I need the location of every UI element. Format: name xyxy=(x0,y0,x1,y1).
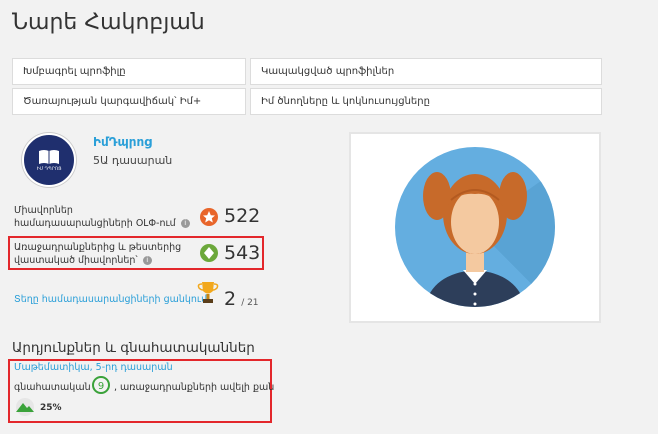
parents-teachers-button[interactable]: Իմ ծնողները և կոկնուսույցները xyxy=(250,88,602,115)
rank-value: 2 xyxy=(224,288,237,310)
rank-display: 2 / 21 xyxy=(224,288,259,310)
olympiad-points-text: Միավորներ համադասարանցիների ՕԼՓ-ում xyxy=(14,205,176,229)
student-avatar-image xyxy=(395,147,555,307)
school-grade: 5Ա դասարան xyxy=(93,154,173,167)
service-status-label: Ծառայության կարգավիճակ՝ Իմ+ xyxy=(23,96,202,107)
book-icon xyxy=(39,149,59,164)
linked-profiles-label: Կապակցված պրոֆիլներ xyxy=(261,66,395,77)
green-diamond-medal-icon xyxy=(200,244,218,262)
tasks-points-label-line1: Առաջադրանքներից և թեստերից xyxy=(14,242,182,253)
achievements-section-title: Արդյունքներ և գնահատականներ xyxy=(12,340,255,356)
info-icon[interactable]: i xyxy=(180,219,190,228)
school-name-link[interactable]: ԻմԴպրոց xyxy=(93,135,152,149)
tasks-points-label: Առաջադրանքներից և թեստերից վաստակած միավ… xyxy=(14,241,194,267)
edit-profile-label: Խմբագրել պրոֆիլը xyxy=(23,66,126,77)
tasks-points-value: 543 xyxy=(224,242,261,264)
parents-teachers-label: Իմ ծնողները և կոկնուսույցները xyxy=(261,96,430,107)
olympiad-points-label: Միավորներ համադասարանցիների ՕԼՓ-ում i xyxy=(14,204,194,230)
progress-mountain-icon xyxy=(16,398,34,416)
school-logo-text: ԻՄ ԴՊՐՈՑ xyxy=(36,166,62,172)
page-title: Նարե Հակոբյան xyxy=(12,10,205,35)
grade-circle: 9 xyxy=(92,376,110,394)
classmates-rank-link[interactable]: Տեղը համադասարանցիների ցանկում xyxy=(14,294,207,305)
grade-value: 9 xyxy=(98,381,104,392)
profile-photo-frame xyxy=(349,132,601,323)
trophy-icon xyxy=(197,282,219,303)
school-logo: ԻՄ ԴՊՐՈՑ xyxy=(22,133,76,187)
info-icon[interactable]: i xyxy=(142,256,152,265)
progress-percent: 25% xyxy=(40,403,62,413)
linked-profiles-button[interactable]: Կապակցված պրոֆիլներ xyxy=(250,58,602,85)
grade-label: գնահատական xyxy=(14,382,91,393)
orange-star-medal-icon xyxy=(200,208,218,226)
rank-total: / 21 xyxy=(241,298,259,308)
olympiad-points-value: 522 xyxy=(224,205,261,227)
tasks-points-label-line2: վաստակած միավորներ՝ xyxy=(14,255,138,266)
service-status-button[interactable]: Ծառայության կարգավիճակ՝ Իմ+ xyxy=(12,88,246,115)
grade-suffix: , առաջադրանքների ավելի քան xyxy=(114,382,275,393)
subject-link[interactable]: Մաթեմատիկա, 5-րդ դասարան xyxy=(14,362,173,373)
edit-profile-button[interactable]: Խմբագրել պրոֆիլը xyxy=(12,58,246,85)
